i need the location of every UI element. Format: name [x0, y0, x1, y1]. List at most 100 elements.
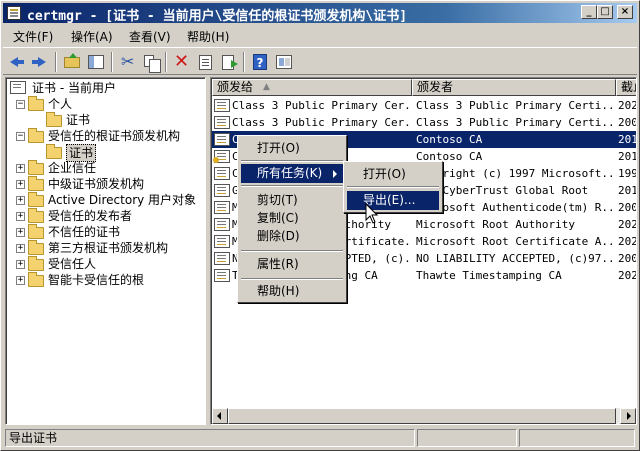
show-hide-tree-button[interactable]	[85, 52, 107, 72]
export-list-button[interactable]	[219, 52, 241, 72]
tree-item-label: 受信任的根证书颁发机构	[48, 129, 181, 143]
submenu-export[interactable]: 导出(E)...	[347, 191, 439, 210]
collapse-node-icon[interactable]: −	[16, 132, 25, 141]
cell-issued-by: Microsoft Root Authority	[416, 218, 575, 231]
ctx-help[interactable]: 帮助(H)	[241, 282, 343, 301]
ctx-separator	[241, 250, 343, 252]
expand-node-icon[interactable]: +	[16, 196, 25, 205]
ctx-copy[interactable]: 复制(C)	[241, 209, 343, 228]
horizontal-scrollbar[interactable]	[212, 408, 636, 424]
tree-item[interactable]: + 受信任的发布者	[6, 208, 205, 224]
ctx-all-tasks[interactable]: 所有任务(K)	[241, 164, 343, 183]
menu-help[interactable]: 帮助(H)	[187, 28, 229, 45]
expand-node-icon[interactable]: +	[16, 180, 25, 189]
cell-issued-by: Class 3 Public Primary Certi...	[416, 99, 614, 112]
expand-node-icon[interactable]: +	[16, 276, 25, 285]
close-button[interactable]: ×	[617, 5, 633, 19]
ctx-open[interactable]: 打开(O)	[241, 139, 343, 158]
cell-issued-by: Copyright (c) 1997 Microsoft...	[416, 167, 614, 180]
tree-item[interactable]: − 受信任的根证书颁发机构	[6, 128, 205, 144]
menu-bar: 文件(F) 操作(A) 查看(V) 帮助(H)	[3, 25, 637, 45]
folder-icon	[28, 192, 44, 207]
tree-item[interactable]: + Active Directory 用户对象	[6, 192, 205, 208]
console-tree[interactable]: 证书 - 当前用户 − 个人 证书 − 受信任的根证书颁发机构 证书 + 企业信任 + 中级证书颁…	[5, 77, 206, 425]
delete-button[interactable]: ✕	[171, 52, 193, 72]
folder-icon	[28, 240, 44, 255]
tree-item[interactable]: + 智能卡受信任的根	[6, 272, 205, 288]
tree-item[interactable]: + 第三方根证书颁发机构	[6, 240, 205, 256]
table-row[interactable]: Class 3 Public Primary Cer... Class 3 Pub…	[212, 114, 636, 131]
collapse-node-icon[interactable]: −	[16, 100, 25, 109]
expand-node-icon[interactable]: +	[16, 228, 25, 237]
cell-expires: 2004	[618, 252, 636, 265]
copy-button[interactable]	[141, 52, 163, 73]
forward-button[interactable]	[29, 52, 51, 72]
expand-node-icon[interactable]: +	[16, 164, 25, 173]
certificate-icon	[213, 150, 230, 163]
toolbar-separator	[243, 52, 245, 72]
folder-icon	[28, 272, 44, 287]
column-issued-by[interactable]: 颁发者	[412, 79, 616, 96]
expand-node-icon[interactable]: +	[16, 212, 25, 221]
cell-issued-by: Contoso CA	[416, 150, 483, 163]
certmgr-app-icon[interactable]	[7, 6, 21, 20]
tree-item[interactable]: + 受信任人	[6, 256, 205, 272]
menu-action[interactable]: 操作(A)	[71, 28, 113, 45]
expand-node-icon[interactable]: +	[16, 244, 25, 253]
ctx-separator	[241, 278, 343, 280]
toolbar-separator	[111, 52, 113, 72]
folder-icon	[28, 208, 44, 223]
certificate-icon	[214, 235, 230, 248]
tree-item[interactable]: + 中级证书颁发机构	[6, 176, 205, 192]
menu-file[interactable]: 文件(F)	[13, 28, 53, 45]
scrollbar-thumb[interactable]	[228, 408, 616, 424]
minimize-button[interactable]: _	[581, 5, 597, 19]
tree-item[interactable]: 证书	[6, 112, 205, 128]
tree-item[interactable]: 证书	[6, 144, 205, 162]
folder-icon	[28, 224, 44, 239]
ctx-properties[interactable]: 属性(R)	[241, 255, 343, 274]
submenu-open[interactable]: 打开(O)	[347, 165, 439, 184]
cell-issued-by: Thawte Timestamping CA	[416, 269, 562, 282]
cell-expires: 2021	[618, 235, 636, 248]
up-one-level-button[interactable]	[61, 52, 83, 72]
toolbar: ✂ ✕ ?	[3, 47, 637, 75]
table-row[interactable]: Class 3 Public Primary Cer... Class 3 Pub…	[212, 97, 636, 114]
certmgr-window: certmgr - [证书 - 当前用户\受信任的根证书颁发机构\证书] _ □…	[0, 0, 640, 451]
help-button[interactable]: ?	[249, 52, 271, 72]
cell-expires: 2000	[618, 201, 636, 214]
toolbar-separator	[165, 52, 167, 72]
certificate-icon	[214, 184, 230, 197]
folder-icon	[28, 256, 44, 271]
cell-issued-by: Microsoft Authenticode(tm) R...	[416, 201, 614, 214]
properties-button[interactable]	[195, 52, 217, 72]
scroll-left-button[interactable]	[212, 408, 228, 424]
column-expiration[interactable]: 截止	[616, 79, 636, 96]
column-issued-to-label: 颁发给	[217, 80, 254, 94]
back-button[interactable]	[7, 52, 29, 72]
column-issued-to[interactable]: 颁发给 ▲	[212, 79, 412, 96]
expand-node-icon[interactable]: +	[16, 260, 25, 269]
ctx-delete[interactable]: 删除(D)	[241, 227, 343, 246]
cell-issued-by: Microsoft Root Certificate A...	[416, 235, 614, 248]
cell-issued-to: Class 3 Public Primary Cer...	[232, 99, 412, 112]
scroll-right-button[interactable]	[620, 408, 636, 424]
copy-icon	[144, 55, 161, 73]
menu-view[interactable]: 查看(V)	[129, 28, 171, 45]
certificate-icon	[214, 133, 230, 146]
maximize-button[interactable]: □	[597, 5, 613, 19]
ctx-separator	[241, 160, 343, 162]
action-pane-icon	[276, 55, 292, 69]
folder-icon	[46, 112, 62, 127]
tree-item[interactable]: + 不信任的证书	[6, 224, 205, 240]
tree-item[interactable]: + 企业信任	[6, 160, 205, 176]
cell-expires: 2017	[618, 150, 636, 163]
cut-button[interactable]: ✂	[117, 52, 139, 72]
tree-item[interactable]: − 个人	[6, 96, 205, 112]
show-hide-action-pane-button[interactable]	[273, 52, 295, 72]
cell-expires: 1999	[618, 167, 636, 180]
title-bar[interactable]: certmgr - [证书 - 当前用户\受信任的根证书颁发机构\证书] _ □…	[3, 3, 637, 24]
forward-arrow-icon	[32, 57, 46, 67]
ctx-cut[interactable]: 剪切(T)	[241, 191, 343, 210]
back-arrow-icon	[10, 57, 24, 67]
